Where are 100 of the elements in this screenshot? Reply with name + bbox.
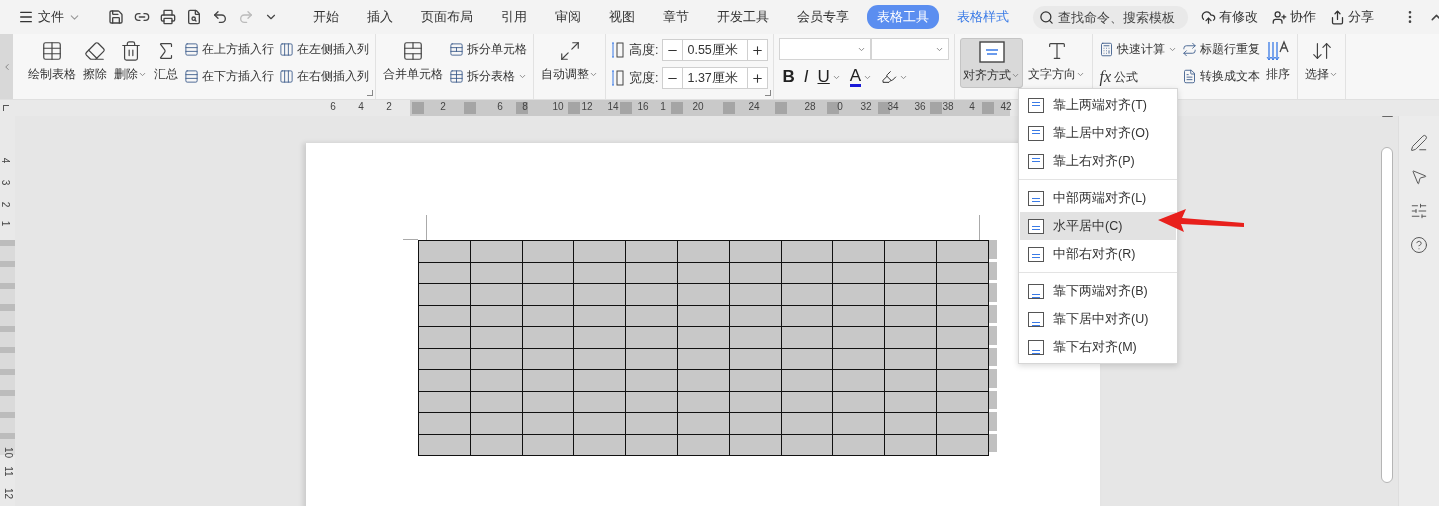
column-marker[interactable] [412,102,424,114]
header-action[interactable]: 协作 [1267,6,1321,28]
split-cell-icon [449,42,464,57]
menu-item[interactable]: 水平居中(C) [1020,212,1176,240]
ruler-number: 0 [837,101,843,112]
column-marker[interactable] [671,102,683,114]
help-icon[interactable] [1410,236,1428,254]
menu-item[interactable]: 靠上右对齐(P) [1020,147,1176,175]
column-marker[interactable] [464,102,476,114]
caret-icon [589,70,598,79]
launcher-icon[interactable] [367,90,373,96]
merge-cells-icon [402,40,424,62]
dimension-icon [611,69,625,87]
header-action[interactable]: 有修改 [1196,6,1263,28]
menu-item[interactable]: 靠下两端对齐(B) [1020,277,1176,305]
menu-item[interactable]: 靠下右对齐(M) [1020,333,1176,361]
ruler-number: 36 [914,101,926,112]
ribbon-button[interactable]: 删除 [112,38,149,86]
column-marker[interactable] [878,102,890,114]
ribbon-tab[interactable]: 插入 [357,5,403,29]
ribbon-button[interactable]: 标题行重复 [1181,38,1262,61]
ribbon-button[interactable]: 转换成文本 [1181,65,1262,88]
plus-icon[interactable] [751,43,765,57]
field-label: 宽度: [629,69,659,87]
caret-icon [1329,70,1339,79]
format-button[interactable]: B [779,67,798,87]
insert-column-icon [279,69,294,84]
format-button[interactable]: I [800,67,812,87]
plus-icon[interactable] [751,71,765,85]
column-marker[interactable] [982,102,994,114]
format-button[interactable]: A [846,67,876,87]
ribbon-button[interactable]: 在下方插入行 [183,65,275,88]
table-pen-icon [41,40,63,62]
launcher-icon[interactable] [765,90,772,96]
ribbon-button[interactable]: 擦除 [81,38,109,86]
ruler-number: 34 [887,101,899,112]
menu-item[interactable]: 靠上两端对齐(T) [1020,91,1176,119]
ruler-number: 12 [3,487,15,500]
cursor-icon[interactable] [1410,168,1428,186]
spinner-field[interactable]: 1.37厘米 [662,67,769,89]
ribbon-button[interactable]: 排序 [1264,38,1293,86]
ribbon-button[interactable]: 选择 [1303,38,1341,86]
caret-icon [138,70,147,79]
ribbon-tab[interactable]: 引用 [491,5,537,29]
ribbon-button[interactable]: 自动调整 [539,38,600,86]
column-marker[interactable] [723,102,735,114]
align-icon [979,41,1005,63]
column-marker[interactable] [930,102,942,114]
ribbon-button[interactable]: 拆分表格 [448,65,528,88]
align-icon [1028,97,1044,113]
ribbon-button[interactable]: 在左侧插入列 [278,38,370,61]
dimension-icon [611,41,625,59]
ribbon-tab[interactable]: 会员专享 [787,5,859,29]
ruler-number: 3 [0,179,12,186]
ribbon-tab[interactable]: 开发工具 [707,5,779,29]
ribbon-button[interactable]: 快速计算 [1098,38,1179,61]
spinner-field[interactable]: 0.55厘米 [662,39,769,61]
column-marker[interactable] [516,102,528,114]
align-icon [1028,125,1044,141]
ruler-number: 10 [3,446,15,459]
format-button[interactable]: U [814,67,844,87]
ribbon-button[interactable]: 拆分单元格 [448,38,528,61]
ribbon-button[interactable]: 汇总 [152,38,180,86]
column-marker[interactable] [620,102,632,114]
menu-item[interactable]: 靠上居中对齐(O) [1020,119,1176,147]
ribbon-tab[interactable]: 开始 [303,5,349,29]
align-icon [1028,311,1044,327]
ribbon-tab[interactable]: 页面布局 [411,5,483,29]
ruler-number: 14 [607,101,619,112]
ribbon-button[interactable]: 在上方插入行 [183,38,275,61]
ribbon-button[interactable]: 绘制表格 [26,38,78,86]
ruler-number: 11 [2,466,14,477]
repeat-header-icon [1182,42,1198,57]
caret-icon [518,72,527,81]
convert-text-icon [1182,69,1198,84]
settings-icon[interactable] [1410,202,1428,220]
column-marker[interactable] [775,102,787,114]
formula-button[interactable]: fx 公式 [1098,65,1179,89]
ruler-number: 28 [804,101,816,112]
table-grid[interactable] [418,240,989,456]
column-marker[interactable] [827,102,839,114]
header-action[interactable]: 分享 [1325,6,1379,28]
menu-item[interactable]: 靠下居中对齐(U) [1020,305,1176,333]
search-field[interactable]: 查找命令、搜索模板 [1033,5,1188,29]
ribbon-tab[interactable]: 章节 [653,5,699,29]
ruler-number: 10 [552,101,564,112]
menu-item[interactable]: 中部右对齐(R) [1020,240,1176,268]
ribbon-button[interactable]: 在右侧插入列 [278,65,370,88]
tab-stop-icon [3,105,9,111]
column-marker[interactable] [568,102,580,114]
file-menu[interactable]: 文件 [14,5,85,29]
ribbon-tab[interactable]: 视图 [599,5,645,29]
ribbon-tab[interactable]: 表格样式 [947,5,1019,29]
pen-icon[interactable] [1410,134,1428,152]
ribbon-button[interactable]: 文字方向 [1026,38,1088,86]
align-button[interactable]: 对齐方式 [960,38,1024,88]
ribbon-tab[interactable]: 审阅 [545,5,591,29]
menu-item[interactable]: 中部两端对齐(L) [1020,184,1176,212]
ruler-number: 12 [581,101,593,112]
ribbon-button[interactable]: 合并单元格 [381,38,445,86]
